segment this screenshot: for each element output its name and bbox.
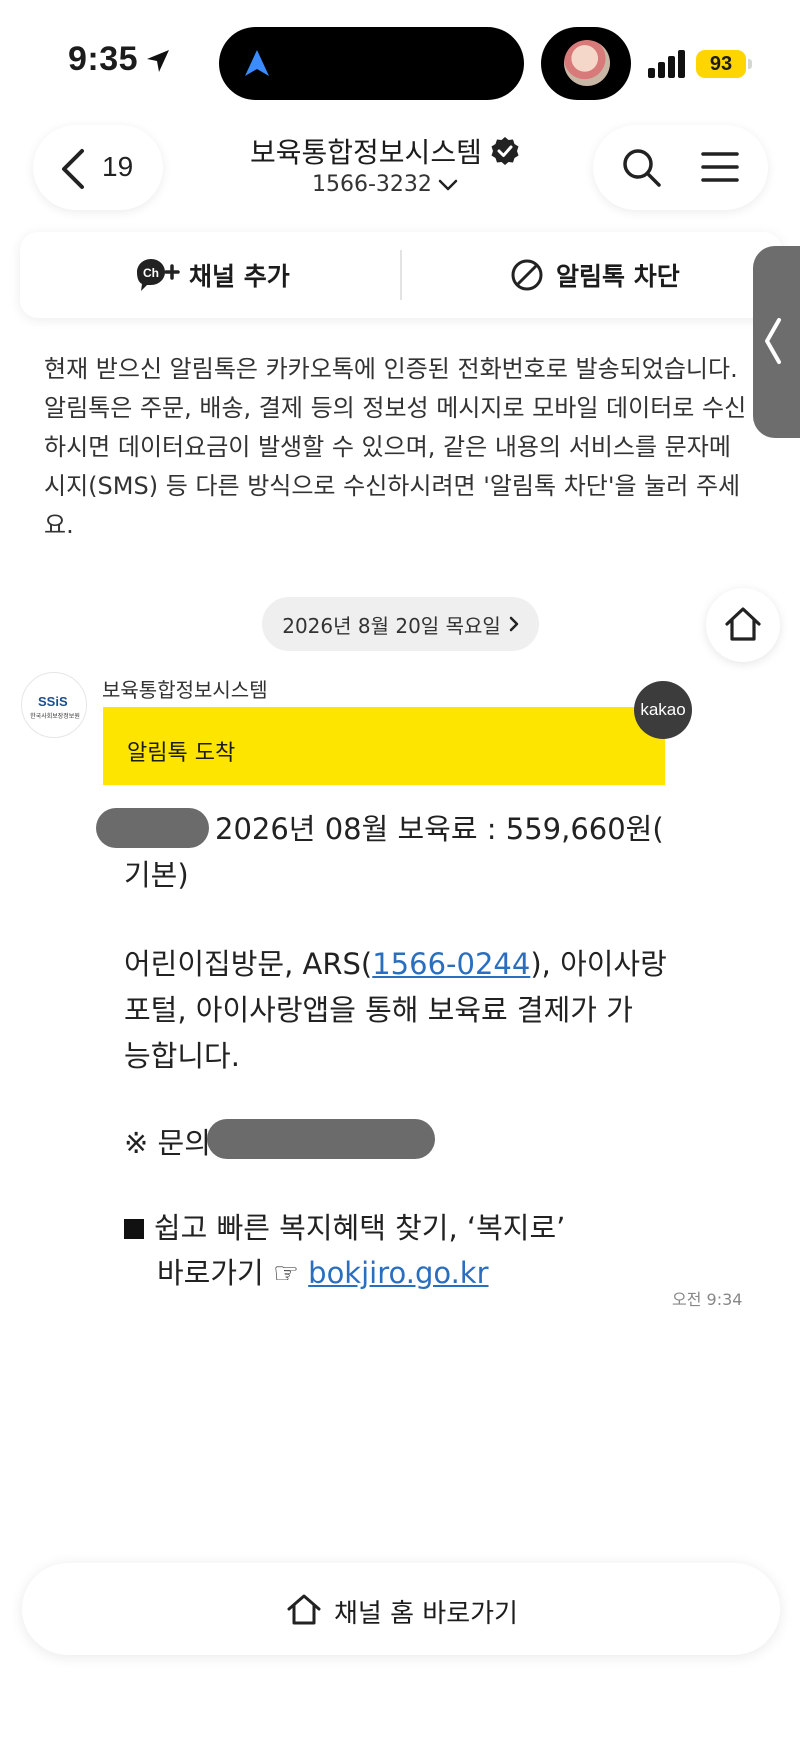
redacted-contact bbox=[207, 1119, 435, 1159]
location-arrow-icon bbox=[147, 50, 169, 72]
channel-name: 보육통합정보시스템 bbox=[250, 136, 482, 169]
chevron-down-icon bbox=[438, 179, 458, 190]
alimtalk-notice: 현재 받으신 알림톡은 카카오톡에 인증된 전화번호로 발송되었습니다. 알림톡… bbox=[44, 350, 774, 545]
media-thumbnail bbox=[564, 40, 610, 86]
message-line: 기본) bbox=[124, 858, 189, 892]
message-line: 능합니다. bbox=[124, 1039, 240, 1073]
chevron-left-icon[interactable] bbox=[58, 147, 88, 191]
home-icon[interactable] bbox=[723, 604, 763, 644]
date-separator[interactable]: 2026년 8월 20일 목요일 bbox=[262, 597, 539, 651]
notice-line: 현재 받으신 알림톡은 카카오톡에 인증된 전화번호로 발송되었습니다. bbox=[44, 355, 738, 383]
chevron-right-icon bbox=[509, 616, 519, 632]
message-line: 포털, 아이사랑앱을 통해 보육료 결제가 가 bbox=[124, 993, 633, 1027]
message-header-title: 알림톡 도착 bbox=[127, 741, 236, 766]
phone-number: 1566-3232 bbox=[312, 172, 432, 197]
navigation-arrow-icon bbox=[245, 50, 269, 76]
phone-number-toggle[interactable]: 1566-3232 bbox=[312, 172, 458, 197]
sender-name: 보육통합정보시스템 bbox=[102, 678, 268, 702]
home-icon[interactable] bbox=[286, 1592, 322, 1626]
bullet-square-icon bbox=[124, 1219, 144, 1239]
svg-text:Ch: Ch bbox=[143, 266, 159, 280]
battery-nub bbox=[748, 59, 752, 69]
add-channel-label: 채널 추가 bbox=[189, 262, 290, 291]
block-alimtalk-button[interactable]: 알림톡 차단 bbox=[510, 257, 680, 293]
redacted-name bbox=[96, 808, 209, 848]
message-text: 쉽고 빠른 복지혜택 찾기, ‘복지로’ bbox=[154, 1211, 566, 1245]
message-time: 오전 9:34 bbox=[672, 1290, 743, 1309]
verified-badge-icon bbox=[491, 137, 519, 165]
add-channel-button[interactable]: Ch 채널 추가 bbox=[135, 257, 290, 293]
kakao-badge: kakao bbox=[634, 681, 692, 739]
message-line: 어린이집방문, ARS(1566-0244), 아이사랑 bbox=[124, 941, 667, 983]
status-time: 9:35 bbox=[68, 40, 139, 78]
avatar-logo: SSiS bbox=[38, 694, 68, 709]
menu-icon[interactable] bbox=[700, 150, 740, 184]
message-text: 어린이집방문, ARS( bbox=[124, 947, 373, 981]
notice-line: 시지(SMS) 등 다른 방식으로 수신하시려면 '알림톡 차단'을 눌러 주세 bbox=[44, 472, 741, 500]
message-text: ), 아이사랑 bbox=[530, 947, 667, 981]
avatar-subtext: 한국사회보장정보원 bbox=[30, 713, 80, 720]
block-label: 알림톡 차단 bbox=[556, 262, 680, 291]
channel-title[interactable]: 보육통합정보시스템 bbox=[250, 131, 520, 171]
notice-line: 알림톡은 주문, 배송, 결제 등의 정보성 메시지로 모바일 데이터로 수신 bbox=[44, 394, 747, 422]
message-text: 바로가기 ☞ bbox=[157, 1256, 309, 1290]
unread-count[interactable]: 19 bbox=[102, 151, 133, 183]
channel-add-icon: Ch bbox=[137, 259, 180, 291]
date-label: 2026년 8월 20일 목요일 bbox=[282, 613, 501, 638]
search-icon[interactable] bbox=[620, 146, 662, 188]
action-divider bbox=[400, 250, 402, 300]
block-icon bbox=[511, 259, 543, 291]
battery-level: 93 bbox=[696, 50, 746, 78]
kakao-chat-screen: 9:35 93 19 보육통합정보시스템 1566-3232 Ch 채널 추가 … bbox=[0, 0, 800, 1740]
message-line: 바로가기 ☞ bokjiro.go.kr bbox=[157, 1250, 489, 1292]
message-line: 2026년 08월 보육료 : 559,660원( bbox=[215, 812, 664, 846]
ars-phone-link[interactable]: 1566-0244 bbox=[372, 947, 530, 981]
message-line: 쉽고 빠른 복지혜택 찾기, ‘복지로’ bbox=[124, 1205, 565, 1247]
signal-icon bbox=[648, 50, 685, 78]
bokjiro-link[interactable]: bokjiro.go.kr bbox=[308, 1256, 488, 1290]
notice-line: 요. bbox=[44, 511, 74, 539]
channel-home-label[interactable]: 채널 홈 바로가기 bbox=[334, 1593, 518, 1630]
back-button[interactable] bbox=[33, 125, 163, 210]
notice-line: 하시면 데이터요금이 발생할 수 있으며, 같은 내용의 서비스를 문자메 bbox=[44, 433, 731, 461]
